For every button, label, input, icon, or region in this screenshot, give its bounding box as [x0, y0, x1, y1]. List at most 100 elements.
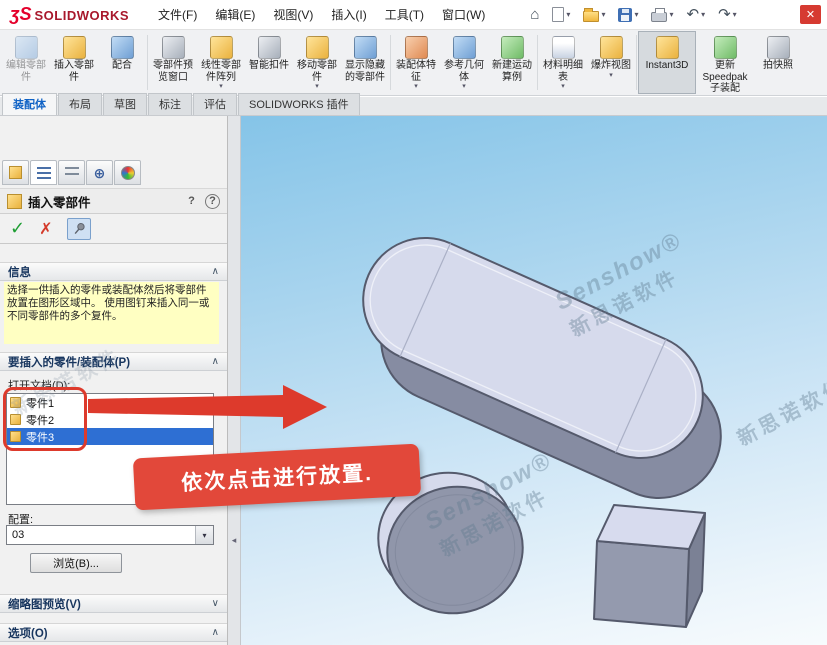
- section-header-insert[interactable]: 要插入的零件/装配体(P) ∧: [0, 352, 227, 371]
- ribbon-label: 智能扣件: [249, 60, 289, 72]
- ribbon-insert-components-button[interactable]: 插入零部件: [50, 31, 98, 94]
- insert-component-icon: [7, 194, 22, 209]
- chevron-down-icon: ▾: [414, 84, 418, 90]
- redo-button[interactable]: ↷ ▾: [716, 5, 739, 24]
- chevron-down-icon: ▾: [701, 11, 705, 19]
- home-button[interactable]: ⌂: [528, 5, 541, 24]
- ribbon-instant3d-button[interactable]: Instant3D: [638, 31, 696, 94]
- ribbon-label: 显示隐藏的零部件: [343, 60, 387, 83]
- solidworks-window: ʒS SOLIDWORKS 文件(F) 编辑(E) 视图(V) 插入(I) 工具…: [0, 0, 827, 645]
- menu-tools[interactable]: 工具(T): [376, 0, 433, 30]
- browse-button[interactable]: 浏览(B)...: [30, 553, 122, 573]
- display-manager-tab[interactable]: [114, 160, 141, 185]
- ribbon-move-component-button[interactable]: 移动零部件 ▾: [293, 31, 341, 94]
- ribbon-show-hidden-components-button[interactable]: 显示隐藏的零部件: [341, 31, 389, 94]
- ribbon-assembly-features-button[interactable]: 装配体特征 ▾: [392, 31, 440, 94]
- tab-solidworks-addins[interactable]: SOLIDWORKS 插件: [238, 93, 360, 115]
- section-header-options[interactable]: 选项(O) ∧: [0, 623, 227, 642]
- keep-visible-pin-button[interactable]: [67, 218, 91, 240]
- property-manager-tab[interactable]: [30, 160, 57, 185]
- undo-icon: ↶: [686, 7, 699, 22]
- ribbon-label: 零部件预览窗口: [151, 60, 195, 83]
- feature-tree-icon: [37, 167, 51, 179]
- reference-geometry-icon: [453, 36, 476, 59]
- linear-component-pattern-icon: [210, 36, 233, 59]
- pin-help-icon[interactable]: ?: [184, 194, 199, 209]
- document-item-part2[interactable]: 零件2: [7, 411, 213, 428]
- ok-button[interactable]: ✓: [10, 218, 25, 239]
- tab-annotation[interactable]: 标注: [148, 93, 192, 115]
- chevron-down-icon: ▾: [634, 11, 638, 19]
- instant3d-icon: [656, 36, 679, 59]
- close-button[interactable]: ✕: [800, 5, 821, 24]
- section-label: 缩略图预览(V): [8, 596, 81, 612]
- print-icon: [651, 12, 667, 22]
- tab-assembly[interactable]: 装配体: [2, 93, 57, 115]
- show-hidden-components-icon: [354, 36, 377, 59]
- document-item-part3[interactable]: 零件3: [7, 428, 213, 445]
- menu-window[interactable]: 窗口(W): [433, 0, 494, 30]
- ribbon-edit-component-button[interactable]: 编辑零部件: [2, 31, 50, 94]
- chevron-down-icon: ▾: [219, 84, 223, 90]
- ribbon-label: 材料明细表: [541, 60, 585, 83]
- chevron-down-icon: ▾: [315, 84, 319, 90]
- feature-manager-tab[interactable]: [2, 160, 29, 185]
- chevron-down-icon: ▾: [561, 84, 565, 90]
- cancel-button[interactable]: ✗: [39, 219, 52, 239]
- chevron-down-icon: ▾: [733, 11, 737, 19]
- ribbon-smart-fasteners-button[interactable]: 智能扣件: [245, 31, 293, 94]
- chevron-down-icon: ▾: [566, 11, 570, 19]
- section-header-message[interactable]: 信息 ∧: [0, 262, 227, 281]
- new-document-icon: [552, 7, 564, 22]
- document-item-part1[interactable]: 零件1: [7, 394, 213, 411]
- ribbon-reference-geometry-button[interactable]: 参考几何体 ▾: [440, 31, 488, 94]
- ribbon-label: 新建运动算例: [490, 60, 534, 83]
- assembly-icon: [9, 166, 22, 179]
- cube-part[interactable]: [594, 505, 705, 627]
- help-icon[interactable]: ?: [205, 194, 220, 209]
- logo-name: SOLIDWORKS: [34, 8, 129, 23]
- menu-insert[interactable]: 插入(I): [322, 0, 375, 30]
- panel-title: 插入零部件: [28, 192, 91, 211]
- panel-splitter[interactable]: ◂: [228, 116, 241, 645]
- ribbon-linear-component-pattern-button[interactable]: 线性零部件阵列 ▾: [197, 31, 245, 94]
- tab-sketch[interactable]: 草图: [103, 93, 147, 115]
- assembly-features-icon: [405, 36, 428, 59]
- chevron-up-icon: ∧: [212, 356, 219, 367]
- tab-evaluate[interactable]: 评估: [193, 93, 237, 115]
- save-button[interactable]: ▾: [616, 6, 640, 24]
- chevron-up-icon: ∧: [212, 266, 219, 277]
- ribbon-exploded-view-button[interactable]: 爆炸视图 ▾: [587, 31, 635, 94]
- ribbon-bill-of-materials-button[interactable]: 材料明细表 ▾: [539, 31, 587, 94]
- dimxpert-manager-tab[interactable]: ⊕: [86, 160, 113, 185]
- ribbon-update-speedpak-button[interactable]: 更新 Speedpak 子装配: [696, 31, 754, 94]
- ribbon-label: 参考几何体: [442, 60, 486, 83]
- ribbon-mate-button[interactable]: 配合: [98, 31, 146, 94]
- collapse-arrow-icon: ◂: [232, 535, 237, 546]
- ribbon-label: 插入零部件: [52, 60, 96, 83]
- configuration-manager-tab[interactable]: [58, 160, 85, 185]
- ribbon-component-preview-window-button[interactable]: 零部件预览窗口: [149, 31, 197, 94]
- print-button[interactable]: ▾: [649, 5, 675, 24]
- menu-file[interactable]: 文件(F): [149, 0, 206, 30]
- menu-edit[interactable]: 编辑(E): [206, 0, 264, 30]
- graphics-area[interactable]: Senshow® 新思诺软件 Senshow® 新思诺软件 新思诺软件: [241, 116, 827, 645]
- section-label: 选项(O): [8, 625, 48, 641]
- menu-view[interactable]: 视图(V): [264, 0, 322, 30]
- bill-of-materials-icon: [552, 36, 575, 59]
- document-label: 零件1: [26, 395, 54, 411]
- section-header-thumbnail[interactable]: 缩略图预览(V) ∨: [0, 594, 227, 613]
- ribbon-label: 更新 Speedpak 子装配: [698, 60, 752, 95]
- ribbon-separator: [390, 35, 391, 90]
- property-manager-header: 插入零部件 ? ?: [0, 188, 227, 214]
- open-document-button[interactable]: ▾: [581, 6, 607, 24]
- undo-button[interactable]: ↶ ▾: [684, 5, 707, 24]
- tab-layout[interactable]: 布局: [58, 93, 102, 115]
- new-document-button[interactable]: ▾: [550, 5, 572, 24]
- ribbon-new-motion-study-button[interactable]: 新建运动算例: [488, 31, 536, 94]
- command-manager-tabs: 装配体 布局 草图 标注 评估 SOLIDWORKS 插件: [0, 97, 827, 116]
- ribbon-separator: [636, 35, 637, 90]
- configuration-dropdown[interactable]: 03 ▾: [6, 525, 214, 545]
- move-component-icon: [306, 36, 329, 59]
- ribbon-take-snapshot-button[interactable]: 拍快照: [754, 31, 802, 94]
